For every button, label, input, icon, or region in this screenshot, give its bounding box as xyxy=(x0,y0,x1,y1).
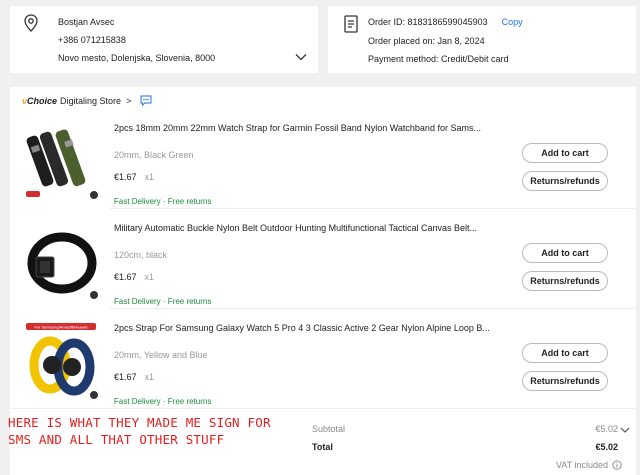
chevron-down-icon[interactable] xyxy=(294,50,308,64)
product-qty: x1 xyxy=(144,372,155,382)
product-price: €1.67 xyxy=(114,272,137,282)
total-label: Total xyxy=(312,442,333,452)
vat-note: VAT included xyxy=(555,460,608,470)
store-arrow-icon[interactable]: > xyxy=(126,96,131,106)
payment-method: Payment method: Credit/Debit card xyxy=(368,54,509,64)
location-pin-icon xyxy=(24,14,38,32)
order-id: Order ID: 8183186599045903 xyxy=(368,17,488,27)
product-price-row: €1.67 x1 xyxy=(114,372,154,382)
product-thumbnail-samsung-straps[interactable]: For Samsung/Amazfit/Huawei xyxy=(24,321,98,401)
product-title[interactable]: 2pcs 18mm 20mm 22mm Watch Strap for Garm… xyxy=(114,123,514,133)
thumbnail-badge-text: For Samsung/Amazfit/Huawei xyxy=(35,325,88,330)
store-name[interactable]: Digitaling Store xyxy=(60,96,121,106)
order-item: For Samsung/Amazfit/Huawei 2pcs Strap Fo… xyxy=(10,311,636,411)
product-thumbnail-watch-straps[interactable] xyxy=(24,121,98,201)
add-to-cart-button[interactable]: Add to cart xyxy=(522,243,608,263)
order-info-card: Order ID: 8183186599045903 Copy Order pla… xyxy=(328,6,636,73)
product-price-row: €1.67 x1 xyxy=(114,172,154,182)
add-to-cart-button[interactable]: Add to cart xyxy=(522,343,608,363)
product-price: €1.67 xyxy=(114,172,137,182)
chat-icon[interactable] xyxy=(140,95,152,106)
subtotal-value: €5.02 xyxy=(595,424,618,434)
annotation-text: HERE IS WHAT THEY MADE ME SIGN FOR SMS A… xyxy=(8,414,271,448)
chevron-down-icon[interactable] xyxy=(620,425,630,435)
product-title[interactable]: Military Automatic Buckle Nylon Belt Out… xyxy=(114,223,514,233)
product-qty: x1 xyxy=(144,272,155,282)
delivery-info: Fast Delivery · Free returns xyxy=(114,397,212,406)
product-title[interactable]: 2pcs Strap For Samsung Galaxy Watch 5 Pr… xyxy=(114,323,514,333)
product-thumbnail-belt[interactable] xyxy=(24,221,98,301)
returns-refunds-button[interactable]: Returns/refunds xyxy=(522,171,608,191)
receipt-icon xyxy=(344,15,358,33)
product-variant: 20mm, Black Green xyxy=(114,150,194,160)
delivery-info: Fast Delivery · Free returns xyxy=(114,197,212,206)
annotation-line-2: SMS AND ALL THAT OTHER STUFF xyxy=(8,432,225,447)
product-price-row: €1.67 x1 xyxy=(114,272,154,282)
total-value: €5.02 xyxy=(595,442,618,452)
shipping-address-card: Bostjan Avsec +386 071215838 Novo mesto,… xyxy=(10,6,318,73)
returns-refunds-button[interactable]: Returns/refunds xyxy=(522,371,608,391)
recipient-address: Novo mesto, Dolenjska, Slovenia, 8000 xyxy=(58,53,216,63)
recipient-phone: +386 071215838 xyxy=(58,35,126,45)
store-header[interactable]: vChoice Digitaling Store > xyxy=(22,95,152,106)
product-qty: x1 xyxy=(144,172,155,182)
product-price: €1.67 xyxy=(114,372,137,382)
annotation-line-1: HERE IS WHAT THEY MADE ME SIGN FOR xyxy=(8,415,271,430)
subtotal-label: Subtotal xyxy=(312,424,346,434)
delivery-info: Fast Delivery · Free returns xyxy=(114,297,212,306)
summary-divider xyxy=(10,408,636,409)
order-id-row: Order ID: 8183186599045903 Copy xyxy=(368,17,523,27)
item-divider xyxy=(110,208,636,209)
product-variant: 20mm, Yellow and Blue xyxy=(114,350,208,360)
returns-refunds-button[interactable]: Returns/refunds xyxy=(522,271,608,291)
recipient-name: Bostjan Avsec xyxy=(58,17,115,27)
copy-order-id-link[interactable]: Copy xyxy=(502,17,523,27)
item-divider xyxy=(110,308,636,309)
add-to-cart-button[interactable]: Add to cart xyxy=(522,143,608,163)
info-icon[interactable] xyxy=(612,460,622,470)
choice-badge: vChoice xyxy=(22,95,58,106)
product-variant: 120cm, black xyxy=(114,250,168,260)
order-item: Military Automatic Buckle Nylon Belt Out… xyxy=(10,211,636,311)
order-placed-date: Order placed on: Jan 8, 2024 xyxy=(368,36,485,46)
order-item: 2pcs 18mm 20mm 22mm Watch Strap for Garm… xyxy=(10,111,636,211)
